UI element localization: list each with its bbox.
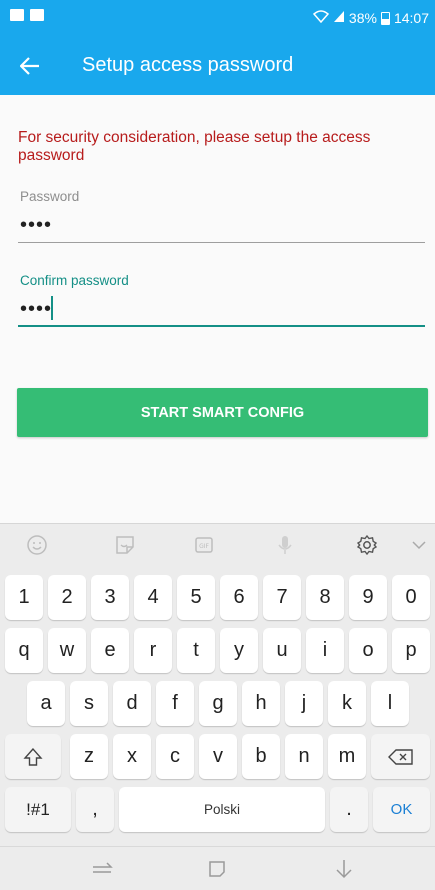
start-smart-config-button[interactable]: START SMART CONFIG (17, 388, 428, 437)
key-p[interactable]: p (392, 628, 430, 673)
key-x[interactable]: x (113, 734, 151, 779)
confirm-password-value: •••• (20, 298, 53, 320)
key-5[interactable]: 5 (177, 575, 215, 620)
gallery-notification-icon (10, 9, 24, 21)
key-j[interactable]: j (285, 681, 323, 726)
key-9[interactable]: 9 (349, 575, 387, 620)
clock: 14:07 (393, 10, 429, 26)
keyboard-toolbar: GIF (0, 524, 435, 564)
status-bar: 38% 14:07 (0, 0, 435, 36)
home-button[interactable] (203, 857, 231, 881)
key-w[interactable]: w (48, 628, 86, 673)
key-y[interactable]: y (220, 628, 258, 673)
page-title: Setup access password (82, 54, 294, 76)
key-d[interactable]: d (113, 681, 151, 726)
navigation-bar (0, 846, 435, 890)
keyboard: GIF 1 2 3 4 5 6 7 8 9 0 q w e r t y u i … (0, 523, 435, 846)
key-o[interactable]: o (349, 628, 387, 673)
key-2[interactable]: 2 (48, 575, 86, 620)
key-a[interactable]: a (27, 681, 65, 726)
key-6[interactable]: 6 (220, 575, 258, 620)
shift-icon (23, 747, 43, 766)
wifi-icon (312, 10, 329, 26)
key-u[interactable]: u (263, 628, 301, 673)
confirm-password-field[interactable]: •••• (18, 291, 425, 327)
key-t[interactable]: t (177, 628, 215, 673)
back-button[interactable] (0, 36, 60, 95)
key-r[interactable]: r (134, 628, 172, 673)
microphone-icon[interactable] (272, 532, 298, 558)
text-cursor (51, 296, 53, 320)
backspace-key[interactable] (371, 734, 430, 779)
sticker-icon[interactable] (112, 532, 138, 558)
battery-percent: 38% (348, 10, 377, 26)
period-key[interactable]: . (330, 787, 368, 832)
setup-form: For security consideration, please setup… (0, 95, 435, 523)
comma-key[interactable]: , (76, 787, 114, 832)
recent-apps-button[interactable] (88, 857, 116, 881)
confirm-password-label: Confirm password (20, 273, 129, 288)
password-value: •••• (20, 214, 53, 236)
shift-key[interactable] (5, 734, 61, 779)
key-h[interactable]: h (242, 681, 280, 726)
ok-key[interactable]: OK (373, 787, 430, 832)
key-g[interactable]: g (199, 681, 237, 726)
key-c[interactable]: c (156, 734, 194, 779)
key-f[interactable]: f (156, 681, 194, 726)
back-nav-button[interactable] (330, 857, 358, 881)
settings-icon[interactable] (354, 532, 380, 558)
app-header: 38% 14:07 Setup access password (0, 0, 435, 95)
key-4[interactable]: 4 (134, 575, 172, 620)
back-down-icon (336, 860, 352, 879)
backspace-icon (387, 748, 413, 765)
key-z[interactable]: z (70, 734, 108, 779)
recent-apps-icon (93, 862, 113, 873)
space-key[interactable]: Polski (119, 787, 325, 832)
security-notice: For security consideration, please setup… (18, 129, 371, 164)
key-m[interactable]: m (328, 734, 366, 779)
key-i[interactable]: i (306, 628, 344, 673)
symbols-key[interactable]: !#1 (5, 787, 71, 832)
key-s[interactable]: s (70, 681, 108, 726)
key-b[interactable]: b (242, 734, 280, 779)
arrow-left-icon (20, 56, 39, 75)
key-n[interactable]: n (285, 734, 323, 779)
key-3[interactable]: 3 (91, 575, 129, 620)
password-field[interactable]: •••• (18, 207, 425, 243)
emoji-icon[interactable] (24, 532, 50, 558)
password-label: Password (20, 189, 80, 204)
key-q[interactable]: q (5, 628, 43, 673)
toolbar: Setup access password (0, 36, 435, 95)
key-7[interactable]: 7 (263, 575, 301, 620)
key-8[interactable]: 8 (306, 575, 344, 620)
key-k[interactable]: k (328, 681, 366, 726)
key-0[interactable]: 0 (392, 575, 430, 620)
screenshot-notification-icon (30, 9, 44, 21)
battery-icon (380, 11, 390, 25)
key-v[interactable]: v (199, 734, 237, 779)
key-l[interactable]: l (371, 681, 409, 726)
home-icon (209, 861, 225, 877)
gif-icon[interactable]: GIF (191, 532, 217, 558)
key-e[interactable]: e (91, 628, 129, 673)
chevron-down-icon[interactable] (406, 532, 432, 558)
signal-icon (333, 10, 345, 26)
key-1[interactable]: 1 (5, 575, 43, 620)
svg-text:GIF: GIF (199, 543, 209, 550)
